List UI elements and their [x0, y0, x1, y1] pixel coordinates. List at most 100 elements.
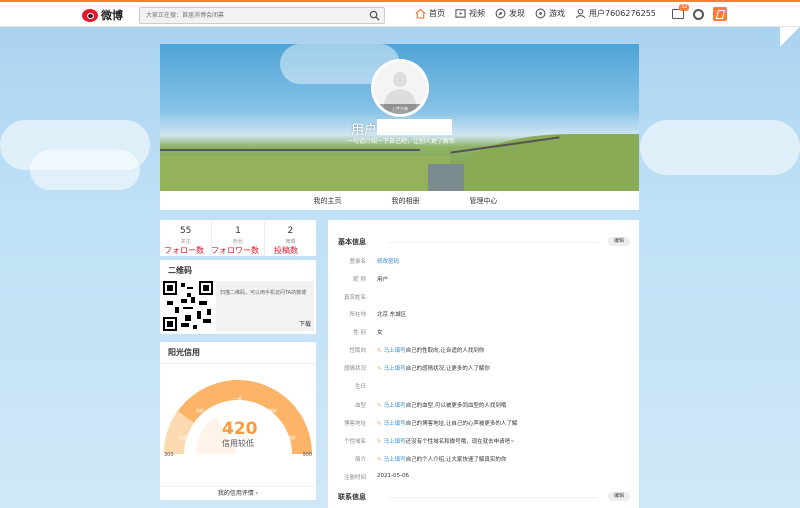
info-row-value: 修改密码 — [377, 257, 399, 265]
corner-fold — [780, 27, 800, 47]
info-row-text: 自己的感情状况,让更多的人了解你 — [405, 366, 490, 372]
info-row-text: 女 — [377, 330, 383, 336]
pencil-icon: ✎ — [377, 366, 382, 372]
info-row-value: 北京 东城区 — [377, 310, 406, 318]
weibo-logo-icon — [82, 8, 98, 22]
search-input[interactable] — [140, 8, 360, 23]
main-nav: 首页 视频 发现 游戏 用户7606276255 — [415, 8, 656, 19]
avatar[interactable]: 上传头像 — [371, 59, 429, 117]
pencil-icon: ✎ — [377, 348, 382, 354]
info-row: 个性域名 ✎ 马上填写还没有个性域名和微号哦，现在就去申请吧~ — [328, 437, 639, 449]
info-row: 感情状况 ✎ 马上填写自己的感情状况,让更多的人了解你 — [328, 364, 639, 376]
info-row-label: 简介 — [354, 457, 366, 463]
profile-tabs: 我的主页 我的相册 管理中心 — [160, 191, 639, 210]
gauge-segment-1: 较差 — [179, 434, 187, 440]
tab-my-home[interactable]: 我的主页 — [314, 196, 342, 206]
background-cloud — [30, 150, 140, 190]
info-row: 所在地 北京 东城区 — [328, 310, 639, 322]
info-row-text[interactable]: 修改密码 — [377, 259, 399, 265]
info-row: 真实姓名 — [328, 293, 639, 305]
nav-game[interactable]: 游戏 — [535, 8, 565, 19]
info-row-text: 自己的血型,可以被更多同血型的人找到哦 — [405, 403, 507, 409]
basic-info-edit-button[interactable]: 编辑 — [608, 237, 630, 246]
tab-my-album[interactable]: 我的相册 — [392, 196, 420, 206]
annotation-follower-count: フォロワー数 — [211, 246, 259, 255]
info-row: 昵 称 用户 — [328, 275, 639, 287]
avatar-head — [393, 72, 407, 87]
basic-info-title: 基本信息 — [338, 238, 366, 246]
credit-card: 阳光信用 较差 较低 一般 较好 极好 420 信用较低 300 900 我的信… — [160, 342, 316, 500]
credit-level: 信用较低 — [222, 439, 254, 448]
fill-in-link[interactable]: 马上填写 — [384, 421, 406, 427]
discover-icon — [495, 8, 506, 19]
fill-in-link[interactable]: 马上填写 — [384, 457, 406, 463]
info-row-value: ✎ 马上填写自己的血型,可以被更多同血型的人找到哦 — [377, 401, 506, 409]
info-row-text: 还没有个性域名和微号哦，现在就去申请吧~ — [405, 439, 515, 445]
info-row: 博客地址 ✎ 马上填写自己的博客地址,让自己的心声被更多的人了解 — [328, 419, 639, 431]
pencil-icon: ✎ — [377, 421, 382, 427]
fill-in-link[interactable]: 马上填写 — [384, 348, 406, 354]
gear-icon[interactable] — [693, 8, 704, 20]
cover-path — [428, 164, 464, 191]
qr-description: 扫描二维码，可以用手机访问TA的微博 — [220, 290, 307, 296]
gauge-max-label: 900 — [302, 452, 312, 458]
stat-following-count: 55 — [179, 226, 192, 236]
avatar-upload-caption: 上传头像 — [374, 104, 426, 114]
info-row-label: 所在地 — [349, 312, 366, 318]
info-row-label: 登录名 — [349, 259, 366, 265]
nav-discover-label: 发现 — [509, 9, 525, 18]
gauge-segment-3: 一般 — [234, 395, 242, 401]
stat-posts-count: 2 — [287, 226, 294, 236]
compose-icon[interactable] — [713, 7, 727, 21]
search-icon[interactable] — [369, 10, 380, 21]
info-row-text: 2021-05-06 — [377, 473, 409, 479]
info-row-label: 昵 称 — [353, 277, 366, 283]
mail-icon[interactable]: 32 — [672, 4, 690, 19]
nav-video-label: 视频 — [469, 9, 485, 18]
info-row: 血型 ✎ 马上填写自己的血型,可以被更多同血型的人找到哦 — [328, 401, 639, 413]
pencil-icon: ✎ — [377, 403, 382, 409]
nav-game-label: 游戏 — [549, 9, 565, 18]
info-row-label: 博客地址 — [343, 421, 366, 427]
toolbar-icons: 32 — [672, 4, 727, 21]
stat-following-label: 关注 — [180, 239, 191, 245]
contact-info-title: 联系信息 — [338, 493, 366, 501]
contact-info-edit-button[interactable]: 编辑 — [608, 492, 630, 501]
credit-score: 420 — [222, 419, 258, 439]
nav-discover[interactable]: 发现 — [495, 8, 525, 19]
tab-manage-center[interactable]: 管理中心 — [470, 196, 498, 206]
fill-in-link[interactable]: 马上填写 — [384, 439, 406, 445]
credit-title: 阳光信用 — [160, 342, 316, 364]
username-redaction — [377, 119, 452, 135]
nav-user[interactable]: 用户7606276255 — [575, 8, 656, 19]
basic-info-panel: 基本信息 编辑 登录名 修改密码昵 称 用户真实姓名所在地 北京 东城区性 别 女性取向… — [328, 220, 639, 508]
nav-video[interactable]: 视频 — [455, 8, 485, 19]
stat-followers-label: 粉丝 — [232, 239, 243, 245]
profile-intro[interactable]: 一句话介绍一下自己吧，让别人更了解你 — [347, 136, 455, 145]
info-row: 登录名 修改密码 — [328, 257, 639, 269]
cover-hill — [450, 134, 639, 191]
info-row: 生日 — [328, 382, 639, 394]
info-row-text: 自己的博客地址,让自己的心声被更多的人了解 — [405, 421, 518, 427]
qr-download-button[interactable]: 下载 — [299, 319, 311, 328]
nav-home[interactable]: 首页 — [415, 8, 445, 19]
pencil-icon: ✎ — [377, 457, 382, 463]
info-row-value: ✎ 马上填写自己的个人介绍,让大家快速了解真实的你 — [377, 455, 506, 463]
info-row: 性 别女 — [328, 328, 639, 340]
annotation-post-count: 投稿数 — [274, 246, 298, 255]
weibo-logo[interactable]: 微博 — [82, 7, 123, 23]
info-row-text: 北京 东城区 — [377, 312, 407, 318]
nav-user-label: 用户7606276255 — [589, 9, 656, 18]
qr-title: 二维码 — [160, 260, 316, 282]
fill-in-link[interactable]: 马上填写 — [384, 366, 406, 372]
home-icon — [415, 8, 426, 19]
info-row: 简介 ✎ 马上填写自己的个人介绍,让大家快速了解真实的你 — [328, 455, 639, 467]
credit-detail-link[interactable]: 我的信用评情 › — [160, 486, 316, 500]
gauge-segment-5: 极好 — [288, 434, 296, 440]
fill-in-link[interactable]: 马上填写 — [384, 403, 406, 409]
mail-badge: 32 — [679, 4, 690, 11]
video-icon — [455, 9, 466, 18]
info-row: 性取向 ✎ 马上填写自己的性取向,让合适的人找到你 — [328, 346, 639, 358]
info-row: 注册时间 2021-05-06 — [328, 473, 639, 485]
info-row-label: 感情状况 — [343, 366, 366, 372]
